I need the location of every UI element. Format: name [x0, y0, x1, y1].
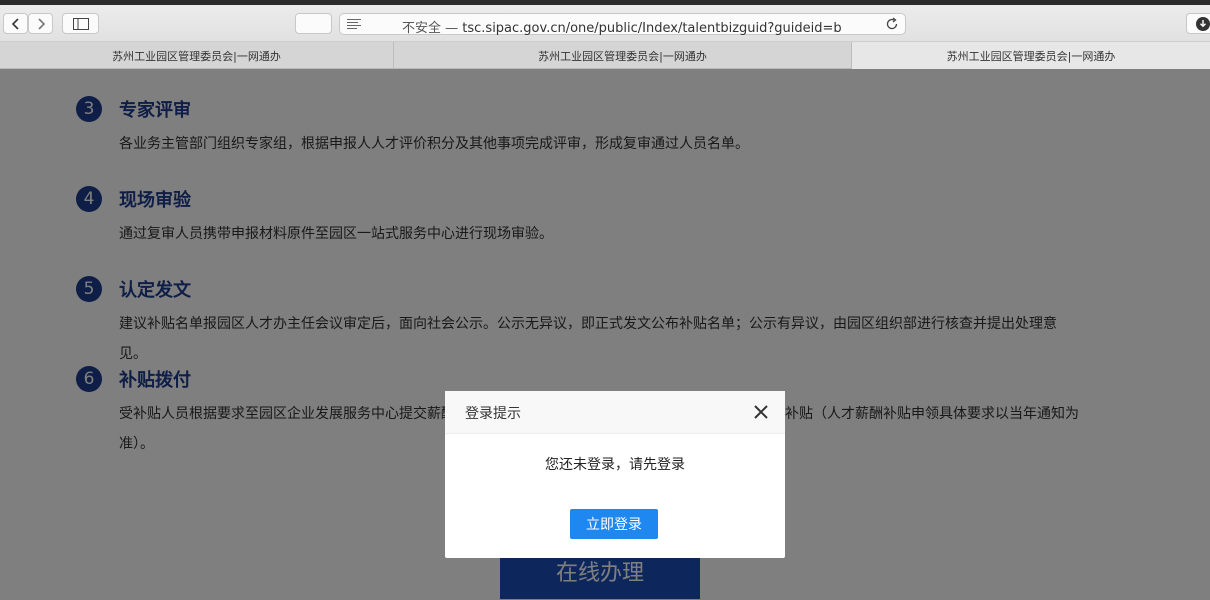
sidebar-icon [72, 17, 89, 30]
downloads-button[interactable] [1186, 13, 1210, 34]
address-bar[interactable]: 不安全 — tsc.sipac.gov.cn/one/public/Index/… [339, 13, 906, 36]
back-button[interactable] [3, 13, 28, 34]
reader-icon[interactable] [347, 18, 361, 30]
tab-bar: 苏州工业园区管理委员会|一网通办 苏州工业园区管理委员会|一网通办 苏州工业园区… [0, 42, 1210, 69]
forward-button[interactable] [28, 13, 53, 34]
reload-icon[interactable] [885, 17, 899, 31]
chevron-left-icon [11, 17, 19, 30]
url-host: tsc.sipac.gov.cn/one/public/Index/talent… [462, 21, 842, 36]
tab-3-active[interactable]: 苏州工业园区管理委员会|一网通办 [852, 42, 1210, 69]
dialog-header: 登录提示 [445, 391, 785, 434]
login-now-button[interactable]: 立即登录 [570, 509, 658, 539]
chevron-right-icon [37, 17, 45, 30]
url-text: 不安全 — tsc.sipac.gov.cn/one/public/Index/… [402, 17, 842, 36]
sidebar-toggle-button[interactable] [62, 13, 99, 34]
login-dialog: 登录提示 您还未登录，请先登录 立即登录 [445, 391, 785, 558]
browser-toolbar: 不安全 — tsc.sipac.gov.cn/one/public/Index/… [0, 0, 1210, 42]
insecure-label: 不安全 — [402, 21, 459, 36]
toolbar-blank-button[interactable] [295, 13, 332, 34]
dialog-message: 您还未登录，请先登录 [545, 457, 685, 473]
download-icon [1196, 16, 1210, 31]
menu-bar-strip [0, 0, 1210, 5]
tab-2[interactable]: 苏州工业园区管理委员会|一网通办 [394, 42, 852, 69]
tab-1[interactable]: 苏州工业园区管理委员会|一网通办 [0, 42, 394, 69]
close-icon[interactable] [753, 404, 769, 420]
dialog-title: 登录提示 [465, 406, 521, 422]
